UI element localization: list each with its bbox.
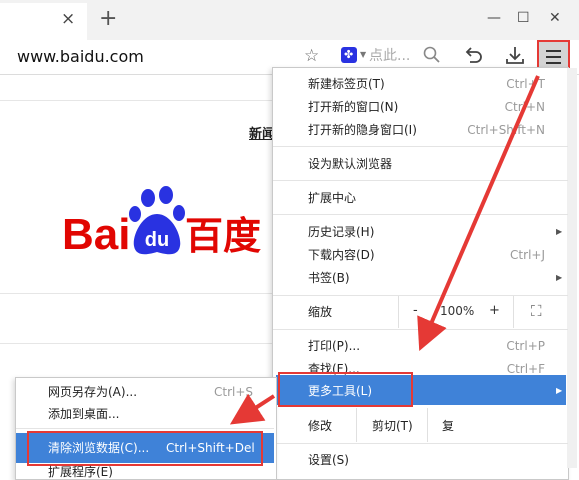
menu-item-print[interactable]: 打印(P)... <box>308 338 360 354</box>
divider <box>427 408 428 442</box>
caret-down-icon[interactable]: ▼ <box>360 50 366 59</box>
submenu-item-add-desktop[interactable]: 添加到桌面... <box>48 406 119 422</box>
highlight-box <box>27 431 263 466</box>
edit-label: 修改 <box>308 419 333 433</box>
menu-item-downloads[interactable]: 下载内容(D) <box>308 247 375 263</box>
url-field[interactable]: www.baidu.com <box>17 46 144 68</box>
divider <box>398 296 399 328</box>
menu-separator <box>273 180 568 181</box>
menu-separator <box>16 428 274 429</box>
paw-icon[interactable]: ✤ <box>341 47 357 63</box>
logo-text-right: 百度 <box>185 214 261 258</box>
search-icon[interactable] <box>422 45 442 65</box>
fullscreen-icon[interactable]: ⛶ <box>531 300 542 322</box>
shortcut-label: Ctrl+J <box>510 248 545 262</box>
copy-button[interactable]: 复 <box>442 418 454 434</box>
submenu-arrow-icon: ▶ <box>556 386 563 395</box>
menu-scrollbar[interactable] <box>567 68 577 468</box>
menu-item-default-browser[interactable]: 设为默认浏览器 <box>308 156 392 172</box>
menu-separator <box>273 214 568 215</box>
zoom-out-button[interactable]: - <box>413 300 418 322</box>
divider <box>356 408 357 442</box>
highlight-box <box>278 372 413 407</box>
shortcut-label: Ctrl+T <box>506 77 545 91</box>
maximize-button[interactable]: ☐ <box>517 9 530 27</box>
download-icon[interactable] <box>504 44 526 66</box>
menu-item-history[interactable]: 历史记录(H) <box>308 224 374 240</box>
logo-text-left: Bai <box>62 210 130 259</box>
star-icon[interactable]: ☆ <box>304 46 319 66</box>
menu-item-new-tab[interactable]: 新建标签页(T) <box>308 76 385 92</box>
menu-item-bookmarks[interactable]: 书签(B) <box>308 270 350 286</box>
menu-separator <box>273 443 568 444</box>
shortcut-label: Ctrl+P <box>506 339 545 353</box>
tab-close-icon[interactable]: × <box>61 9 75 29</box>
submenu-arrow-icon: ▶ <box>556 273 563 282</box>
menu-item-new-window[interactable]: 打开新的窗口(N) <box>308 99 398 115</box>
divider <box>0 100 272 101</box>
undo-icon[interactable] <box>462 44 484 66</box>
new-tab-button[interactable]: + <box>99 7 117 31</box>
menu-separator <box>273 329 568 330</box>
divider <box>0 343 272 344</box>
shortcut-label: Ctrl+N <box>504 100 545 114</box>
close-window-button[interactable]: ✕ <box>549 9 561 27</box>
shortcut-label: Ctrl+S <box>214 385 254 399</box>
menu-item-extensions[interactable]: 扩展中心 <box>308 190 356 206</box>
logo-paw-text: du <box>145 229 169 251</box>
menu-separator <box>273 146 568 147</box>
cut-button[interactable]: 剪切(T) <box>372 418 413 434</box>
menu-item-incognito[interactable]: 打开新的隐身窗口(I) <box>308 122 417 138</box>
divider <box>0 293 272 294</box>
search-input[interactable]: 点此... <box>369 46 410 66</box>
submenu-item-save-page[interactable]: 网页另存为(A)... <box>48 384 137 400</box>
hamburger-icon <box>546 50 561 52</box>
minimize-button[interactable]: — <box>487 9 501 27</box>
shortcut-label: Ctrl+Shift+N <box>467 123 545 137</box>
baidu-logo[interactable]: Bai du 百度 <box>62 186 282 266</box>
submenu-arrow-icon: ▶ <box>556 227 563 236</box>
menu-item-settings[interactable]: 设置(S) <box>308 452 349 468</box>
zoom-label: 缩放 <box>308 305 333 319</box>
zoom-in-button[interactable]: + <box>489 300 500 322</box>
zoom-value: 100% <box>440 304 475 318</box>
divider <box>513 296 514 328</box>
